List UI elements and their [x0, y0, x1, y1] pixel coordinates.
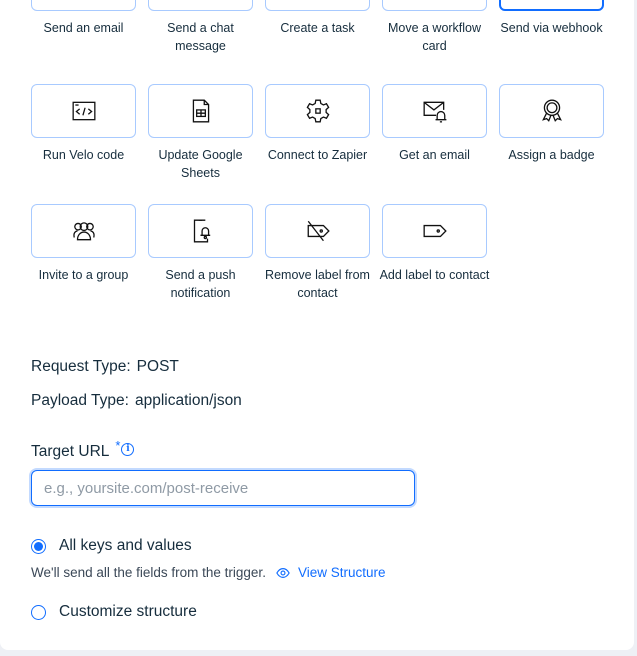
action-label: Invite to a group — [38, 268, 129, 282]
action-label: Run Velo code — [42, 148, 125, 162]
action-tile-box — [31, 204, 136, 258]
structure-hint: We'll send all the fields from the trigg… — [31, 565, 266, 580]
action-label: Create a task — [280, 21, 355, 35]
action-tile-box — [382, 84, 487, 138]
request-type-label: Request Type: — [31, 358, 131, 375]
action-label: Get an email — [399, 148, 470, 162]
action-label: Add label to contact — [379, 268, 490, 282]
payload-type-label: Payload Type: — [31, 392, 129, 409]
payload-type-value: application/json — [134, 392, 242, 409]
action-send-push-notification[interactable]: Send a push notification — [148, 204, 253, 302]
action-tile-box — [148, 84, 253, 138]
target-url-label-row: Target URL * i — [31, 438, 135, 461]
action-add-label[interactable]: Add label to contact — [380, 204, 489, 284]
push-notification-icon — [193, 219, 210, 243]
action-tile-box — [31, 0, 136, 11]
action-send-webhook[interactable]: Send via webhook — [499, 0, 604, 37]
action-move-workflow-card[interactable]: Move a workflow card — [382, 0, 487, 55]
action-label: Remove label from contact — [265, 268, 370, 300]
action-tile-box — [31, 84, 136, 138]
view-structure-label: View Structure — [297, 565, 386, 580]
action-tile-box — [499, 84, 604, 138]
action-connect-zapier[interactable]: Connect to Zapier — [265, 84, 370, 164]
remove-label-icon — [307, 220, 330, 242]
action-label: Assign a badge — [508, 148, 595, 162]
info-icon[interactable]: i — [121, 443, 135, 456]
action-tile-box — [148, 0, 253, 11]
eye-icon — [276, 567, 290, 578]
badge-icon — [541, 99, 562, 122]
action-label: Connect to Zapier — [267, 148, 368, 162]
action-remove-label[interactable]: Remove label from contact — [265, 204, 370, 302]
radio-label: Customize structure — [59, 603, 197, 620]
action-label: Send a chat message — [167, 21, 234, 53]
radio-customize-structure[interactable]: Customize structure — [31, 603, 197, 621]
action-send-chat[interactable]: Send a chat message — [148, 0, 253, 55]
payload-type-row: Payload Type: application/json — [31, 392, 242, 410]
required-marker: * — [115, 438, 121, 453]
action-create-task[interactable]: Create a task — [265, 0, 370, 37]
action-send-email[interactable]: Send an email — [31, 0, 136, 37]
radio-label: All keys and values — [59, 537, 192, 554]
action-tile-box — [382, 204, 487, 258]
structure-hint-row: We'll send all the fields from the trigg… — [31, 565, 386, 580]
action-tile-box — [499, 0, 604, 11]
label-icon — [423, 224, 447, 238]
action-label: Update Google Sheets — [158, 148, 243, 180]
action-label: Send a push notification — [165, 268, 236, 300]
radio-button-unchecked[interactable] — [31, 604, 46, 620]
action-tile-box — [265, 0, 370, 11]
action-tile-box — [382, 0, 487, 11]
email-bell-icon — [423, 101, 446, 123]
action-tile-box — [265, 204, 370, 258]
action-tile-box — [265, 84, 370, 138]
radio-button-checked[interactable] — [31, 538, 46, 554]
action-assign-badge[interactable]: Assign a badge — [499, 84, 604, 164]
view-structure-link[interactable]: View Structure — [276, 565, 386, 580]
action-tile-box — [148, 204, 253, 258]
action-run-velo-code[interactable]: Run Velo code — [31, 84, 136, 164]
action-label: Send an email — [43, 21, 124, 35]
action-invite-group[interactable]: Invite to a group — [31, 204, 136, 284]
spreadsheet-icon — [192, 99, 209, 123]
gear-icon — [306, 99, 329, 123]
action-label: Send via webhook — [500, 21, 603, 35]
request-type-row: Request Type: POST — [31, 358, 179, 376]
code-icon — [72, 101, 95, 121]
webhook-settings-panel: Send an email Send a chat message Create… — [0, 0, 634, 650]
request-type-value: POST — [136, 358, 179, 375]
action-label: Move a workflow card — [387, 21, 482, 53]
group-icon — [72, 222, 95, 241]
target-url-input[interactable] — [31, 470, 415, 506]
action-update-google-sheets[interactable]: Update Google Sheets — [148, 84, 253, 182]
action-get-email[interactable]: Get an email — [382, 84, 487, 164]
target-url-label: Target URL — [31, 443, 110, 460]
radio-all-keys[interactable]: All keys and values — [31, 537, 192, 555]
